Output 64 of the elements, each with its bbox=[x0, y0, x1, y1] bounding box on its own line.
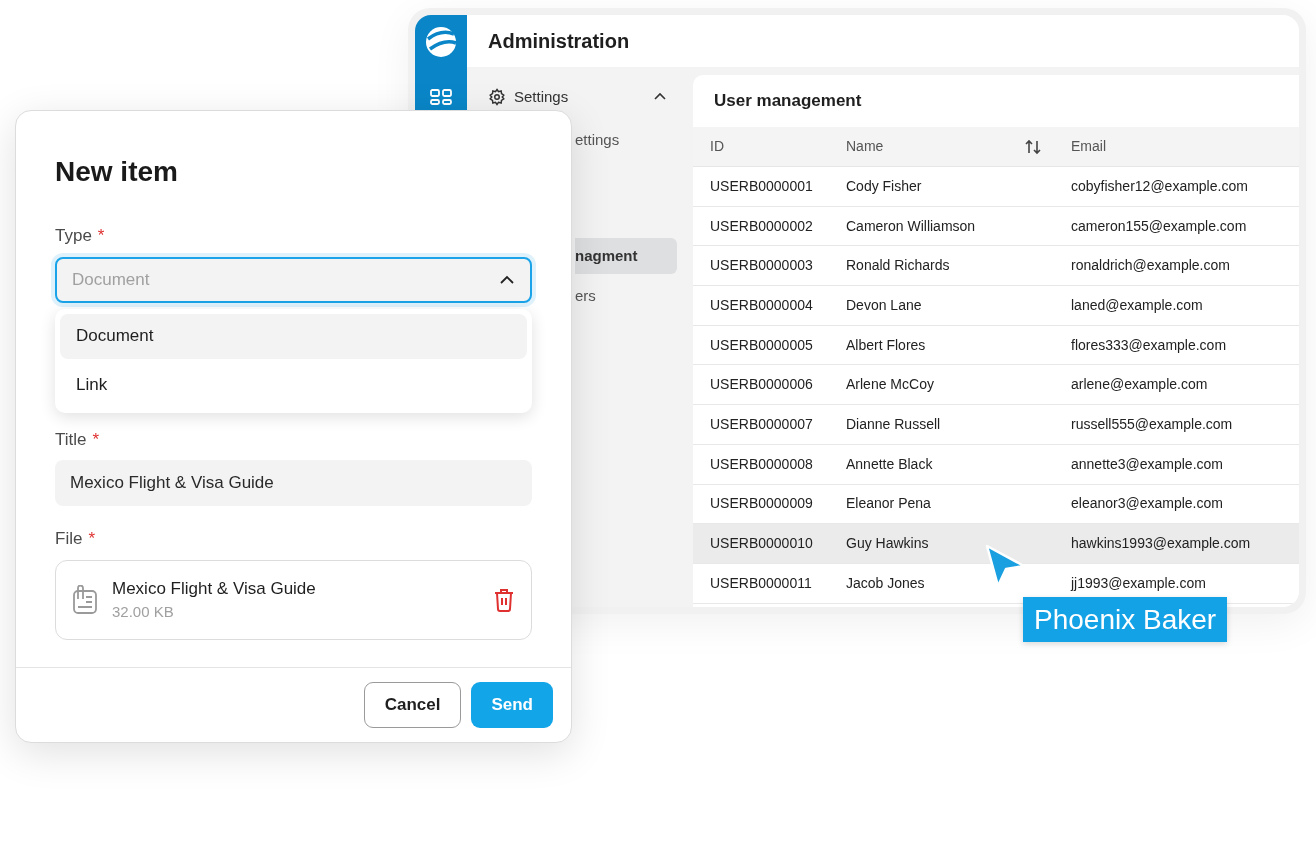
table-cell-text: flores333@example.com bbox=[1071, 335, 1227, 355]
table-cell-text: Dianne Russell bbox=[846, 414, 942, 434]
table-cell-text: Annette Black bbox=[846, 454, 934, 474]
table-cell-text: Cody Fisher bbox=[846, 176, 923, 196]
table-cell-text: USERB0000003 bbox=[710, 256, 814, 276]
table-cell-text: USERB0000010 bbox=[710, 534, 814, 554]
document-clip-icon bbox=[72, 584, 98, 615]
table-row[interactable]: USERB0000010 Guy Hawkins hawkins1993@example.com bbox=[693, 524, 1299, 564]
table-cell-text: Arlene McCoy bbox=[846, 375, 935, 395]
window-title: Administration bbox=[488, 29, 630, 54]
table-cell-text: jj1993@example.com bbox=[1071, 573, 1206, 593]
table-cell-text: USERB0000001 bbox=[710, 176, 814, 196]
table-cell-text: Jacob Jones bbox=[846, 573, 926, 593]
table-cell-text: Guy Hawkins bbox=[846, 534, 930, 554]
table-cell-text: eleanor3@example.com bbox=[1071, 494, 1223, 514]
table-cell-text: annette3@example.com bbox=[1071, 454, 1223, 474]
table-cell-text: Ronald Richards bbox=[846, 256, 951, 276]
table-cell-text: ronaldrich@example.com bbox=[1071, 256, 1230, 276]
nav-subitem[interactable]: ettings bbox=[575, 122, 677, 158]
delete-icon[interactable] bbox=[493, 587, 515, 612]
dropdown-option[interactable]: Link bbox=[60, 362, 527, 408]
cancel-button[interactable]: Cancel bbox=[363, 682, 462, 728]
table-cell-text: USERB0000004 bbox=[710, 295, 814, 315]
nav-label: Settings bbox=[514, 86, 570, 107]
dropdown-option[interactable]: Document bbox=[60, 313, 527, 359]
grid-icon[interactable] bbox=[430, 89, 452, 105]
logo-icon bbox=[424, 25, 458, 59]
dialog-title: New item bbox=[55, 155, 179, 189]
panel-title: User management bbox=[714, 90, 862, 113]
table-cell-text: arlene@example.com bbox=[1071, 375, 1208, 395]
column-header: Email bbox=[1071, 137, 1106, 156]
table-cell-text: Albert Flores bbox=[846, 335, 927, 355]
table-cell-text: hawkins1993@example.com bbox=[1071, 534, 1251, 554]
title-input[interactable]: Mexico Flight & Visa Guide bbox=[55, 460, 532, 506]
field-label: File bbox=[55, 528, 83, 550]
table-cell-text: USERB0000008 bbox=[710, 454, 814, 474]
table-cell-text: Eleanor Pena bbox=[846, 494, 932, 514]
settings-icon bbox=[488, 88, 506, 106]
table-cell-text: USERB0000005 bbox=[710, 335, 814, 355]
table-cell-text: USERB0000007 bbox=[710, 414, 814, 434]
table-cell-text: laned@example.com bbox=[1071, 295, 1203, 315]
table-cell-text: cobyfisher12@example.com bbox=[1071, 176, 1248, 196]
file-name: Mexico Flight & Visa Guide bbox=[112, 577, 317, 600]
column-header: ID bbox=[710, 137, 725, 156]
nav-item[interactable]: Settings bbox=[467, 83, 693, 111]
table-cell-text: USERB0000002 bbox=[710, 216, 814, 236]
table-cell-text: USERB0000006 bbox=[710, 375, 814, 395]
nav-subitem[interactable]: ers bbox=[575, 278, 677, 314]
required-mark: * bbox=[88, 528, 96, 550]
sort-icon[interactable] bbox=[1025, 138, 1041, 155]
table-cell-text: Devon Lane bbox=[846, 295, 923, 315]
field-label: Title bbox=[55, 428, 87, 451]
required-mark: * bbox=[97, 225, 105, 247]
table-cell-text: cameron155@example.com bbox=[1071, 216, 1247, 236]
table-cell-text: USERB0000011 bbox=[710, 573, 813, 593]
table-cell-text: russell555@example.com bbox=[1071, 414, 1233, 434]
required-mark: * bbox=[92, 428, 100, 451]
user-tag: Phoenix Baker bbox=[1023, 597, 1228, 642]
table-cell-text: Cameron Williamson bbox=[846, 216, 977, 236]
table-cell-text: USERB0000009 bbox=[710, 494, 814, 514]
field-label: Type bbox=[55, 225, 92, 247]
file-size: 32.00 KB bbox=[112, 602, 175, 622]
nav-subitem[interactable]: nagment bbox=[575, 238, 677, 274]
column-header: Name bbox=[846, 137, 885, 156]
